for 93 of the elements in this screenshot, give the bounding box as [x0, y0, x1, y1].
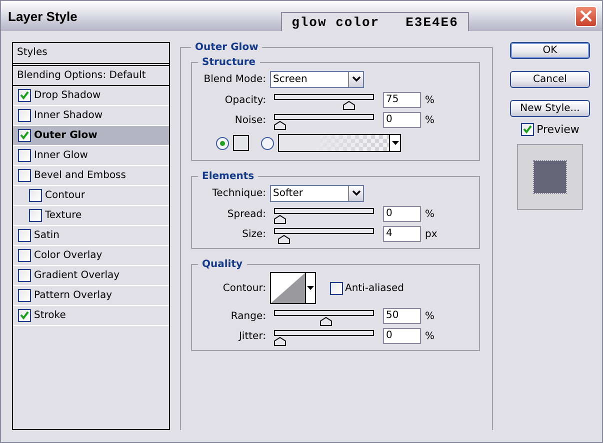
list-item[interactable]: Outer Glow	[13, 126, 169, 146]
list-item[interactable]: Texture	[13, 206, 169, 226]
field-label: Contour:	[222, 282, 267, 294]
item-label: Bevel and Emboss	[34, 170, 126, 181]
input-field[interactable]: 0	[383, 206, 421, 222]
field-label: Technique:	[211, 188, 267, 198]
field-label: Size:	[241, 228, 267, 240]
item-label: Stroke	[34, 310, 66, 321]
radio-button[interactable]	[216, 136, 229, 150]
window-title: Layer Style	[8, 8, 78, 24]
item-label: Drop Shadow	[34, 90, 101, 101]
dialog-button[interactable]: New Style...	[510, 100, 590, 117]
checkbox[interactable]	[29, 189, 42, 202]
item-label: Inner Glow	[34, 150, 88, 161]
contour-graph-icon	[271, 273, 305, 303]
item-label: Inner Shadow	[34, 110, 103, 121]
close-icon	[580, 10, 592, 22]
dropdown[interactable]: Screen	[270, 70, 364, 88]
list-item[interactable]: Color Overlay	[13, 246, 169, 266]
checkbox[interactable]	[18, 309, 31, 322]
checkbox[interactable]	[520, 123, 534, 136]
list-item[interactable]: Blending Options: Default	[13, 66, 169, 86]
list-item[interactable]: Stroke	[13, 306, 169, 326]
item-label: Color Overlay	[34, 250, 102, 261]
list-item[interactable]: Inner Glow	[13, 146, 169, 166]
field-label: Spread:	[226, 208, 267, 220]
contour-picker[interactable]	[270, 272, 316, 304]
item-label: Satin	[34, 230, 60, 241]
unit-label: %	[425, 94, 435, 106]
section-title: Outer Glow	[194, 42, 260, 53]
slider[interactable]	[274, 310, 374, 324]
item-label: Contour	[45, 190, 85, 201]
group-title: Elements	[201, 171, 256, 182]
input-field[interactable]: 75	[383, 92, 421, 108]
unit-label: %	[425, 114, 435, 126]
checkbox[interactable]	[18, 149, 31, 162]
list-item[interactable]: Drop Shadow	[13, 86, 169, 106]
dialog-button[interactable]: OK	[510, 42, 590, 59]
checkbox[interactable]	[330, 282, 343, 294]
checkbox[interactable]	[18, 169, 31, 182]
unit-label: %	[425, 310, 435, 322]
list-item[interactable]: Contour	[13, 186, 169, 206]
dialog-button[interactable]: Cancel	[510, 71, 590, 88]
checkbox-label: Preview	[536, 123, 580, 136]
caret-icon	[389, 135, 400, 151]
color-value: E3E4E6	[406, 14, 458, 30]
checkbox-label: Anti-aliased	[345, 282, 404, 294]
input-field[interactable]: 50	[383, 308, 421, 324]
input-field[interactable]: 0	[383, 112, 421, 128]
group-title: Quality	[201, 259, 244, 270]
dropdown-value: Softer	[272, 186, 304, 200]
input-field[interactable]: 0	[383, 328, 421, 344]
dropdown[interactable]: Softer	[270, 184, 364, 202]
dropdown-value: Screen	[272, 72, 308, 86]
field-label: Jitter:	[238, 330, 267, 342]
unit-label: %	[425, 330, 435, 342]
preview-swatch	[534, 161, 566, 193]
list-item[interactable]: Gradient Overlay	[13, 266, 169, 286]
item-label: Gradient Overlay	[34, 270, 120, 281]
checkbox[interactable]	[18, 89, 31, 102]
slider[interactable]	[274, 94, 374, 108]
close-button[interactable]	[575, 6, 597, 26]
item-label: Texture	[45, 210, 82, 221]
caret-icon	[305, 273, 315, 303]
field-label: Blend Mode:	[202, 74, 267, 84]
color-name: glow color	[292, 14, 380, 30]
field-label: Opacity:	[224, 94, 267, 106]
list-item[interactable]: Satin	[13, 226, 169, 246]
list-item[interactable]: Pattern Overlay	[13, 286, 169, 306]
checkbox[interactable]	[18, 129, 31, 142]
unit-label: %	[425, 208, 435, 220]
list-item[interactable]: Bevel and Emboss	[13, 166, 169, 186]
checkbox[interactable]	[29, 209, 42, 222]
slider[interactable]	[274, 330, 374, 344]
color-swatch[interactable]	[233, 135, 249, 151]
list-header: Styles	[13, 43, 169, 66]
item-label: Outer Glow	[34, 130, 98, 141]
checkbox[interactable]	[18, 229, 31, 242]
checkbox[interactable]	[18, 289, 31, 302]
field-label: Noise:	[234, 114, 267, 126]
item-label: Pattern Overlay	[34, 290, 112, 301]
slider[interactable]	[274, 208, 374, 222]
group-title: Structure	[201, 57, 257, 68]
checkbox[interactable]	[18, 109, 31, 122]
unit-label: px	[425, 228, 438, 240]
radio-button[interactable]	[261, 136, 274, 150]
slider[interactable]	[274, 228, 374, 242]
gradient-picker[interactable]	[278, 134, 401, 152]
input-field[interactable]: 4	[383, 226, 421, 242]
checkbox[interactable]	[18, 269, 31, 282]
field-label: Range:	[230, 310, 267, 322]
checkbox[interactable]	[18, 249, 31, 262]
slider[interactable]	[274, 114, 374, 128]
